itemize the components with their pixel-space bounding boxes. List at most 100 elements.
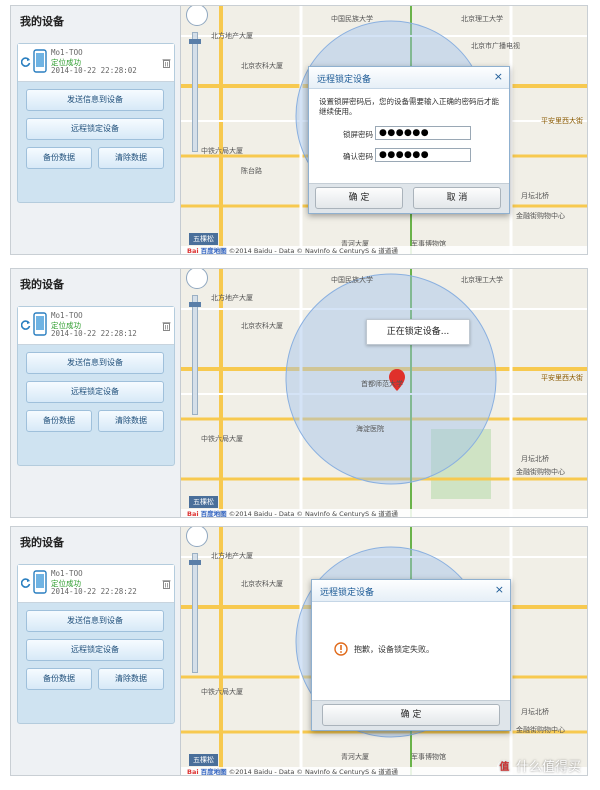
- clear-data-button[interactable]: 清除数据: [98, 668, 164, 690]
- confirm-password-label: 确认密码: [343, 152, 373, 161]
- warning-icon: [334, 642, 348, 656]
- backup-button[interactable]: 备份数据: [26, 147, 92, 169]
- clear-data-button[interactable]: 清除数据: [98, 410, 164, 432]
- zoom-slider-handle[interactable]: [189, 39, 201, 44]
- close-icon[interactable]: ×: [495, 583, 504, 596]
- trash-icon[interactable]: [162, 579, 171, 589]
- confirm-button[interactable]: 确 定: [322, 704, 500, 726]
- lock-password-input[interactable]: ●●●●●●: [375, 126, 471, 140]
- copyright-text: ©2014 Baidu - Data © NavInfo & CenturyS …: [228, 510, 398, 518]
- baidu-logo: Bai: [187, 510, 199, 518]
- map-label: 中铁六局大厦: [201, 147, 243, 155]
- zoom-slider[interactable]: [192, 553, 198, 673]
- device-name: Mo1-TOO: [51, 48, 83, 57]
- zoom-slider-handle[interactable]: [189, 302, 201, 307]
- map-road-label: 平安里西大街: [541, 117, 583, 125]
- send-message-button[interactable]: 发送信息到设备: [26, 89, 164, 111]
- map-copyright: Bai 百度地图 ©2014 Baidu - Data © NavInfo & …: [181, 246, 587, 255]
- map-label: 月坛北桥: [521, 708, 549, 716]
- map-label: 北方地产大厦: [211, 294, 253, 302]
- map-label: 陈台路: [241, 167, 262, 175]
- refresh-icon[interactable]: [21, 578, 31, 588]
- map-label: 军事博物馆: [411, 753, 446, 761]
- backup-button[interactable]: 备份数据: [26, 668, 92, 690]
- dialog-title: 远程锁定设备: [317, 75, 372, 85]
- map-label: 青河大厦: [341, 753, 369, 761]
- send-message-button[interactable]: 发送信息到设备: [26, 352, 164, 374]
- cancel-button[interactable]: 取 消: [413, 187, 501, 209]
- zoom-slider-handle[interactable]: [189, 560, 201, 565]
- map-roads: [181, 269, 587, 517]
- dialog-title: 远程锁定设备: [320, 588, 375, 598]
- locking-progress-toast: 正在锁定设备...: [366, 319, 470, 345]
- phone-icon: [33, 570, 47, 594]
- device-sidebar: 我的设备 Mo1-TOO 定位成功 2014-10-22 22:28:22 发送…: [11, 527, 181, 775]
- device-time: 2014-10-22 22:28:02: [51, 66, 137, 75]
- dialog-footer: 确 定: [312, 700, 510, 730]
- map-copyright: Bai 百度地图 ©2014 Baidu - Data © NavInfo & …: [181, 509, 587, 518]
- zoom-slider[interactable]: [192, 295, 198, 415]
- map-label: 北京农科大厦: [241, 580, 283, 588]
- device-card[interactable]: Mo1-TOO 定位成功 2014-10-22 22:28:12: [18, 307, 174, 345]
- baidu-map-logo: 百度地图: [200, 768, 227, 776]
- map-label: 中铁六局大厦: [201, 688, 243, 696]
- map-view[interactable]: 中国民族大学 北京理工大学 北方地产大厦 北京农科大厦 首都师范大学 海淀医院 …: [181, 269, 587, 518]
- map-label: 北京市广播电视: [471, 42, 520, 50]
- baidu-map-logo: 百度地图: [200, 247, 227, 255]
- map-label: 北京农科大厦: [241, 62, 283, 70]
- lock-failed-dialog: 远程锁定设备 × 抱歉，设备锁定失败。 确 定: [311, 579, 511, 731]
- device-time: 2014-10-22 22:28:12: [51, 329, 137, 338]
- phone-icon: [33, 312, 47, 336]
- map-label: 首都师范大学: [361, 380, 403, 388]
- trash-icon[interactable]: [162, 58, 171, 68]
- remote-lock-button[interactable]: 远程锁定设备: [26, 381, 164, 403]
- map-label: 月坛北桥: [521, 455, 549, 463]
- map-badge: 五棵松: [189, 754, 218, 766]
- sidebar-title: 我的设备: [20, 278, 64, 291]
- confirm-password-input[interactable]: ●●●●●●: [375, 148, 471, 162]
- map-road-label: 平安里西大街: [541, 374, 583, 382]
- device-name: Mo1-TOO: [51, 311, 83, 320]
- watermark-logo: 值: [496, 760, 512, 775]
- map-view[interactable]: 北方地产大厦 北京农科大厦 中铁六局大厦 青河大厦 军事博物馆 月坛北桥 金融街…: [181, 527, 587, 776]
- device-panel: Mo1-TOO 定位成功 2014-10-22 22:28:12 发送信息到设备…: [17, 306, 175, 466]
- map-label: 中国民族大学: [331, 15, 373, 23]
- device-card[interactable]: Mo1-TOO 定位成功 2014-10-22 22:28:22: [18, 565, 174, 603]
- baidu-logo: Bai: [187, 247, 199, 255]
- map-badge: 五棵松: [189, 233, 218, 245]
- confirm-button[interactable]: 确 定: [315, 187, 403, 209]
- zoom-slider[interactable]: [192, 32, 198, 152]
- remote-lock-button[interactable]: 远程锁定设备: [26, 639, 164, 661]
- map-label: 月坛北桥: [521, 192, 549, 200]
- clear-data-button[interactable]: 清除数据: [98, 147, 164, 169]
- lock-dialog: 远程锁定设备 × 设置锁屏密码后，您的设备需要输入正确的密码后才能继续使用。 锁…: [308, 66, 510, 214]
- sidebar-title: 我的设备: [20, 536, 64, 549]
- map-view[interactable]: 中国民族大学 北京理工大学 北方地产大厦 北京市广播电视 北京农科大厦 中铁六局…: [181, 6, 587, 255]
- send-message-button[interactable]: 发送信息到设备: [26, 610, 164, 632]
- screenshot-step-3: 我的设备 Mo1-TOO 定位成功 2014-10-22 22:28:22 发送…: [10, 526, 588, 776]
- close-icon[interactable]: ×: [494, 70, 503, 83]
- remote-lock-button[interactable]: 远程锁定设备: [26, 118, 164, 140]
- device-panel: Mo1-TOO 定位成功 2014-10-22 22:28:22 发送信息到设备…: [17, 564, 175, 724]
- trash-icon[interactable]: [162, 321, 171, 331]
- phone-icon: [33, 49, 47, 73]
- dialog-message: 设置锁屏密码后，您的设备需要输入正确的密码后才能继续使用。: [319, 97, 499, 116]
- map-label: 金融街购物中心: [516, 212, 565, 220]
- sidebar-title: 我的设备: [20, 15, 64, 28]
- backup-button[interactable]: 备份数据: [26, 410, 92, 432]
- device-time: 2014-10-22 22:28:22: [51, 587, 137, 596]
- lock-password-label: 锁屏密码: [343, 130, 373, 139]
- map-label: 北京理工大学: [461, 276, 503, 284]
- refresh-icon[interactable]: [21, 320, 31, 330]
- map-badge: 五棵松: [189, 496, 218, 508]
- map-label: 海淀医院: [356, 425, 384, 433]
- baidu-logo: Bai: [187, 768, 199, 776]
- map-label: 金融街购物中心: [516, 726, 565, 734]
- map-label: 中国民族大学: [331, 276, 373, 284]
- screenshot-step-2: 我的设备 Mo1-TOO 定位成功 2014-10-22 22:28:12 发送…: [10, 268, 588, 518]
- device-name: Mo1-TOO: [51, 569, 83, 578]
- map-label: 北方地产大厦: [211, 32, 253, 40]
- device-sidebar: 我的设备 Mo1-TOO 定位成功 2014-10-22 22:28:12 发送…: [11, 269, 181, 517]
- device-card[interactable]: Mo1-TOO 定位成功 2014-10-22 22:28:02: [18, 44, 174, 82]
- refresh-icon[interactable]: [21, 57, 31, 67]
